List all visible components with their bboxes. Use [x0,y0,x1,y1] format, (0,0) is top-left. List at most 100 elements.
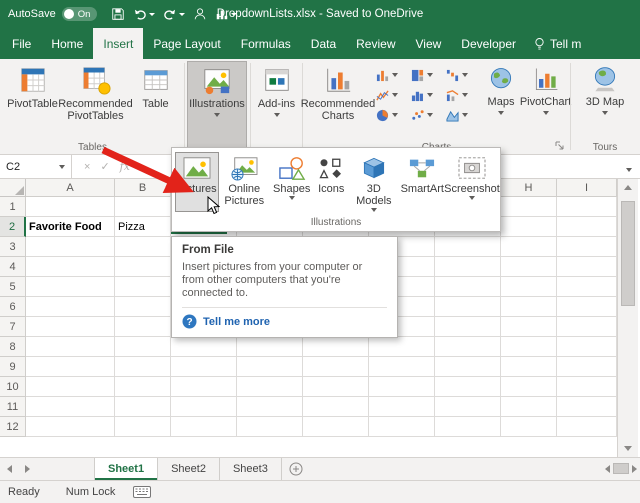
tab-home[interactable]: Home [41,28,93,59]
charts-dialog-launcher[interactable] [554,140,565,151]
tab-data[interactable]: Data [301,28,346,59]
cell-H9[interactable] [501,357,557,377]
tab-page-layout[interactable]: Page Layout [143,28,230,59]
scroll-up-icon[interactable] [624,185,632,190]
cell-A9[interactable] [26,357,115,377]
cell-H11[interactable] [501,397,557,417]
cell-D10[interactable] [237,377,303,397]
illustrations-button[interactable]: Illustrations [187,61,247,151]
cell-D11[interactable] [237,397,303,417]
addins-button[interactable]: Add-ins [253,61,300,151]
maps-button[interactable]: Maps [480,61,522,151]
cell-I6[interactable] [557,297,617,317]
cell-G3[interactable] [435,237,501,257]
cell-H5[interactable] [501,277,557,297]
row-header-2[interactable]: 2 [0,217,26,237]
cell-A1[interactable] [26,197,115,217]
row-header-3[interactable]: 3 [0,237,26,257]
customize-toolbar-button[interactable] [213,3,239,25]
cell-I4[interactable] [557,257,617,277]
row-header-10[interactable]: 10 [0,377,26,397]
cell-I12[interactable] [557,417,617,437]
tab-developer[interactable]: Developer [451,28,526,59]
cell-H1[interactable] [501,197,557,217]
cell-B5[interactable] [115,277,171,297]
horizontal-scroll-thumb[interactable] [613,463,629,474]
cell-B7[interactable] [115,317,171,337]
formula-bar-expand-icon[interactable] [626,168,632,172]
insert-function-button[interactable]: fx [120,160,130,173]
chart-pie-button[interactable] [374,106,400,124]
cell-B4[interactable] [115,257,171,277]
cell-G6[interactable] [435,297,501,317]
cell-H7[interactable] [501,317,557,337]
cell-B10[interactable] [115,377,171,397]
cell-C11[interactable] [171,397,237,417]
cell-F12[interactable] [369,417,435,437]
vertical-scroll-thumb[interactable] [621,201,635,306]
cell-G4[interactable] [435,257,501,277]
sheet-tab-sheet3[interactable]: Sheet3 [220,458,282,480]
autosave-toggle[interactable]: On [61,7,98,21]
tell-me-box[interactable]: Tell m [526,28,589,59]
cell-B2[interactable]: Pizza [115,217,171,237]
cell-E9[interactable] [303,357,369,377]
chart-surface-button[interactable] [444,106,470,124]
cell-D9[interactable] [237,357,303,377]
cell-H4[interactable] [501,257,557,277]
chart-waterfall-button[interactable] [444,66,470,84]
cell-G9[interactable] [435,357,501,377]
cell-B12[interactable] [115,417,171,437]
sheet-tab-sheet2[interactable]: Sheet2 [158,458,220,480]
row-header-1[interactable]: 1 [0,197,26,217]
cell-G7[interactable] [435,317,501,337]
tab-file[interactable]: File [2,28,41,59]
cell-B6[interactable] [115,297,171,317]
name-box[interactable]: C2 [0,155,72,178]
cell-C10[interactable] [171,377,237,397]
cell-H8[interactable] [501,337,557,357]
cell-A8[interactable] [26,337,115,357]
row-header-5[interactable]: 5 [0,277,26,297]
sheet-nav-left-button[interactable] [0,458,18,480]
table-button[interactable]: Table [131,61,180,151]
save-button[interactable] [109,3,127,25]
cell-A2[interactable]: Favorite Food [26,217,115,237]
3d-map-button[interactable]: 3D Map [580,61,630,151]
cell-F11[interactable] [369,397,435,417]
tab-formulas[interactable]: Formulas [231,28,301,59]
menu-item-icons[interactable]: Icons [313,152,349,212]
undo-button[interactable] [131,3,157,25]
menu-item-online-pictures[interactable]: Online Pictures [219,152,270,212]
vertical-scrollbar[interactable] [617,179,638,457]
row-header-8[interactable]: 8 [0,337,26,357]
cell-A5[interactable] [26,277,115,297]
column-header-B[interactable]: B [115,179,171,197]
cell-A3[interactable] [26,237,115,257]
cell-G5[interactable] [435,277,501,297]
macro-record-button[interactable] [133,486,152,498]
cell-G12[interactable] [435,417,501,437]
row-header-9[interactable]: 9 [0,357,26,377]
cell-G10[interactable] [435,377,501,397]
menu-item-smartart[interactable]: SmartArt [399,152,446,212]
cell-I1[interactable] [557,197,617,217]
cell-D8[interactable] [237,337,303,357]
cell-A4[interactable] [26,257,115,277]
cell-C9[interactable] [171,357,237,377]
cell-I10[interactable] [557,377,617,397]
enter-button[interactable]: ✓ [100,160,109,173]
chart-line-button[interactable] [374,86,400,104]
cell-A7[interactable] [26,317,115,337]
cell-I5[interactable] [557,277,617,297]
cell-I3[interactable] [557,237,617,257]
chart-combo-button[interactable] [444,86,470,104]
pivotchart-button[interactable]: PivotChart [520,61,571,151]
row-header-12[interactable]: 12 [0,417,26,437]
chart-hierarchy-button[interactable] [409,66,435,84]
cell-C12[interactable] [171,417,237,437]
scroll-down-icon[interactable] [624,446,632,451]
sheet-tab-sheet1[interactable]: Sheet1 [94,458,159,480]
tab-insert[interactable]: Insert [93,28,144,59]
cell-C8[interactable] [171,337,237,357]
